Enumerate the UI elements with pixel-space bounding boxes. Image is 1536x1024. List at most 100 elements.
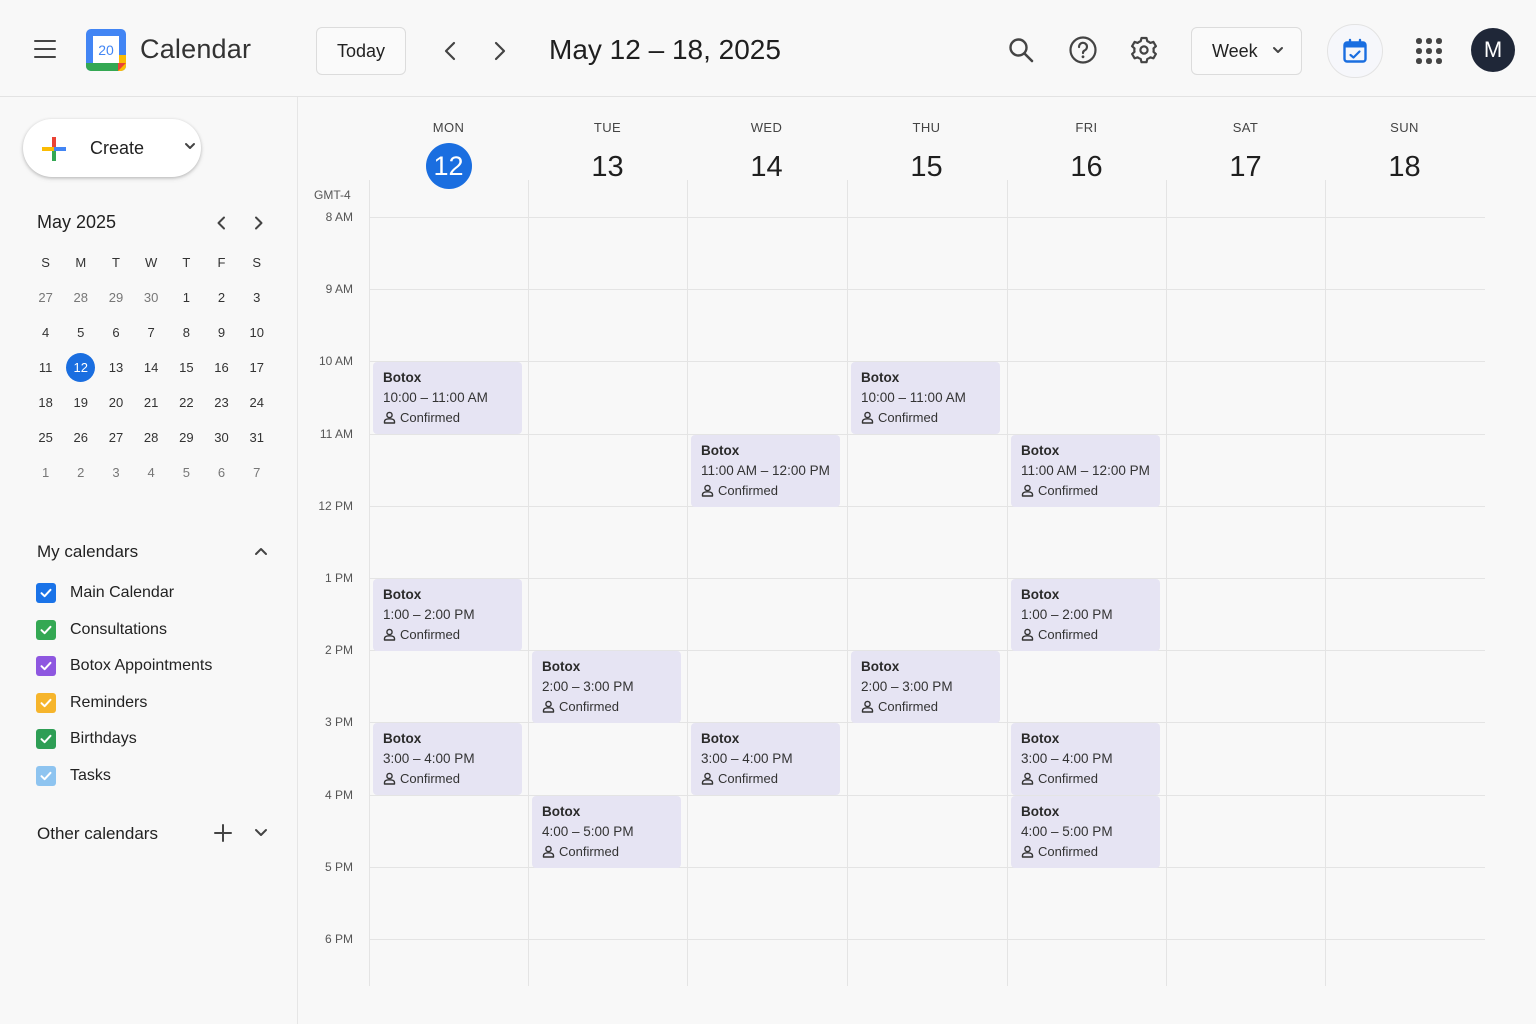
calendar-checkbox[interactable] bbox=[36, 765, 56, 786]
mini-calendar-day[interactable]: 28 bbox=[134, 420, 169, 455]
event-card[interactable]: Botox 3:00 – 4:00 PM Confirmed bbox=[373, 723, 522, 796]
my-calendars-toggle[interactable] bbox=[252, 544, 270, 558]
event-title: Botox bbox=[1021, 587, 1060, 602]
mini-calendar-day[interactable]: 3 bbox=[239, 280, 274, 315]
mini-calendar-day[interactable]: 3 bbox=[98, 455, 133, 490]
mini-calendar-day[interactable]: 5 bbox=[63, 315, 98, 350]
mini-calendar-day[interactable]: 22 bbox=[169, 385, 204, 420]
mini-calendar-day[interactable]: 25 bbox=[28, 420, 63, 455]
calendar-name: Consultations bbox=[70, 620, 167, 638]
mini-calendar-day[interactable]: 6 bbox=[204, 455, 239, 490]
calendar-list-item[interactable]: Tasks bbox=[36, 761, 111, 791]
mini-calendar-day[interactable]: 16 bbox=[204, 350, 239, 385]
mini-calendar-day[interactable]: 20 bbox=[98, 385, 133, 420]
mini-calendar-day[interactable]: 15 bbox=[169, 350, 204, 385]
mini-calendar-day[interactable]: 14 bbox=[134, 350, 169, 385]
mini-calendar-day[interactable]: 30 bbox=[134, 280, 169, 315]
mini-calendar-day[interactable]: 30 bbox=[204, 420, 239, 455]
calendar-list-item[interactable]: Main Calendar bbox=[36, 578, 174, 608]
today-button[interactable]: Today bbox=[316, 27, 406, 75]
calendar-list-item[interactable]: Birthdays bbox=[36, 724, 137, 754]
mini-calendar-day[interactable]: 21 bbox=[134, 385, 169, 420]
mini-calendar-day[interactable]: 4 bbox=[28, 315, 63, 350]
settings-button[interactable] bbox=[1126, 32, 1162, 68]
mini-calendar-day[interactable]: 1 bbox=[28, 455, 63, 490]
mini-calendar-day[interactable]: 18 bbox=[28, 385, 63, 420]
calendar-checkbox[interactable] bbox=[36, 583, 56, 603]
mini-calendar-day[interactable]: 1 bbox=[169, 280, 204, 315]
mini-calendar-day[interactable]: 29 bbox=[169, 420, 204, 455]
mini-calendar-day[interactable]: 17 bbox=[239, 350, 274, 385]
event-status-text: Confirmed bbox=[400, 771, 460, 787]
previous-week-button[interactable] bbox=[436, 36, 464, 66]
mini-calendar-day[interactable]: 26 bbox=[63, 420, 98, 455]
event-card[interactable]: Botox 4:00 – 5:00 PM Confirmed bbox=[1011, 795, 1160, 868]
mini-calendar-day[interactable]: 28 bbox=[63, 280, 98, 315]
view-selector[interactable]: Week bbox=[1191, 27, 1302, 75]
mini-calendar-day[interactable]: 19 bbox=[63, 385, 98, 420]
other-calendars-toggle[interactable] bbox=[252, 826, 270, 840]
hour-label: 6 PM bbox=[324, 932, 353, 946]
create-button[interactable]: Create bbox=[23, 119, 201, 177]
event-card[interactable]: Botox 1:00 – 2:00 PM Confirmed bbox=[373, 579, 522, 651]
mini-calendar-prev-button[interactable] bbox=[211, 213, 231, 233]
event-card[interactable]: Botox 1:00 – 2:00 PM Confirmed bbox=[1011, 579, 1160, 651]
mini-calendar-day[interactable]: 10 bbox=[239, 315, 274, 350]
mini-calendar-day[interactable]: 27 bbox=[98, 420, 133, 455]
event-card[interactable]: Botox 3:00 – 4:00 PM Confirmed bbox=[1011, 723, 1160, 796]
event-card[interactable]: Botox 11:00 AM – 12:00 PM Confirmed bbox=[1011, 434, 1160, 507]
account-avatar[interactable]: M bbox=[1471, 28, 1515, 72]
event-card[interactable]: Botox 10:00 – 11:00 AM Confirmed bbox=[373, 362, 522, 435]
event-card[interactable]: Botox 2:00 – 3:00 PM Confirmed bbox=[532, 651, 681, 724]
next-week-button[interactable] bbox=[486, 36, 514, 66]
mini-calendar-day[interactable]: 12 bbox=[63, 350, 98, 385]
calendar-list-item[interactable]: Consultations bbox=[36, 615, 167, 645]
mini-calendar-day[interactable]: 7 bbox=[239, 455, 274, 490]
mini-calendar-day[interactable]: 11 bbox=[28, 350, 63, 385]
search-button[interactable] bbox=[1003, 32, 1039, 68]
gear-icon bbox=[1131, 36, 1157, 64]
calendar-list-item[interactable]: Reminders bbox=[36, 688, 147, 718]
calendar-checkbox[interactable] bbox=[36, 619, 56, 640]
mini-calendar-day[interactable]: 8 bbox=[169, 315, 204, 350]
day-of-week-label: FRI bbox=[1075, 120, 1098, 135]
event-card[interactable]: Botox 11:00 AM – 12:00 PM Confirmed bbox=[691, 434, 840, 507]
mini-calendar-day[interactable]: 6 bbox=[98, 315, 133, 350]
calendar-view-button[interactable] bbox=[1327, 24, 1383, 78]
mini-calendar-day[interactable]: 7 bbox=[134, 315, 169, 350]
help-button[interactable] bbox=[1065, 32, 1101, 68]
mini-calendar-day[interactable]: 13 bbox=[98, 350, 133, 385]
mini-calendar-day[interactable]: 2 bbox=[63, 455, 98, 490]
day-column-header[interactable]: THU 15 bbox=[847, 120, 1006, 190]
main-menu-icon[interactable] bbox=[34, 40, 56, 58]
mini-calendar-day[interactable]: 5 bbox=[169, 455, 204, 490]
day-column-header[interactable]: SAT 17 bbox=[1166, 120, 1325, 190]
mini-calendar-day[interactable]: 4 bbox=[134, 455, 169, 490]
day-column-header[interactable]: WED 14 bbox=[687, 120, 846, 190]
apps-grid-icon[interactable] bbox=[1414, 36, 1444, 66]
event-title: Botox bbox=[1021, 731, 1060, 747]
calendar-checkbox[interactable] bbox=[36, 729, 56, 749]
mini-calendar-day[interactable]: 23 bbox=[204, 385, 239, 420]
mini-calendar-day[interactable]: 9 bbox=[204, 315, 239, 350]
calendar-checkbox[interactable] bbox=[36, 692, 56, 713]
mini-calendar-day[interactable]: 29 bbox=[98, 280, 133, 315]
mini-calendar-day[interactable]: 24 bbox=[239, 385, 274, 420]
mini-calendar-next-button[interactable] bbox=[249, 213, 269, 233]
event-card[interactable]: Botox 4:00 – 5:00 PM Confirmed bbox=[532, 795, 681, 868]
day-column-header[interactable]: FRI 16 bbox=[1007, 120, 1166, 190]
mini-calendar-day[interactable]: 27 bbox=[28, 280, 63, 315]
day-column-header[interactable]: TUE 13 bbox=[528, 120, 687, 190]
day-column-header[interactable]: MON 12 bbox=[369, 120, 528, 189]
add-other-calendar-button[interactable] bbox=[212, 822, 234, 844]
calendar-list-item[interactable]: Botox Appointments bbox=[36, 651, 212, 681]
event-card[interactable]: Botox 10:00 – 11:00 AM Confirmed bbox=[851, 362, 1000, 435]
event-card[interactable]: Botox 3:00 – 4:00 PM Confirmed bbox=[691, 723, 840, 796]
event-card[interactable]: Botox 2:00 – 3:00 PM Confirmed bbox=[851, 651, 1000, 724]
hour-label: 2 PM bbox=[324, 643, 353, 658]
mini-calendar-day[interactable]: 31 bbox=[239, 420, 274, 455]
mini-calendar-day[interactable]: 2 bbox=[204, 280, 239, 315]
calendar-checkbox[interactable] bbox=[36, 656, 56, 676]
day-of-week-label: WED bbox=[750, 120, 783, 135]
day-column-header[interactable]: SUN 18 bbox=[1325, 120, 1484, 190]
